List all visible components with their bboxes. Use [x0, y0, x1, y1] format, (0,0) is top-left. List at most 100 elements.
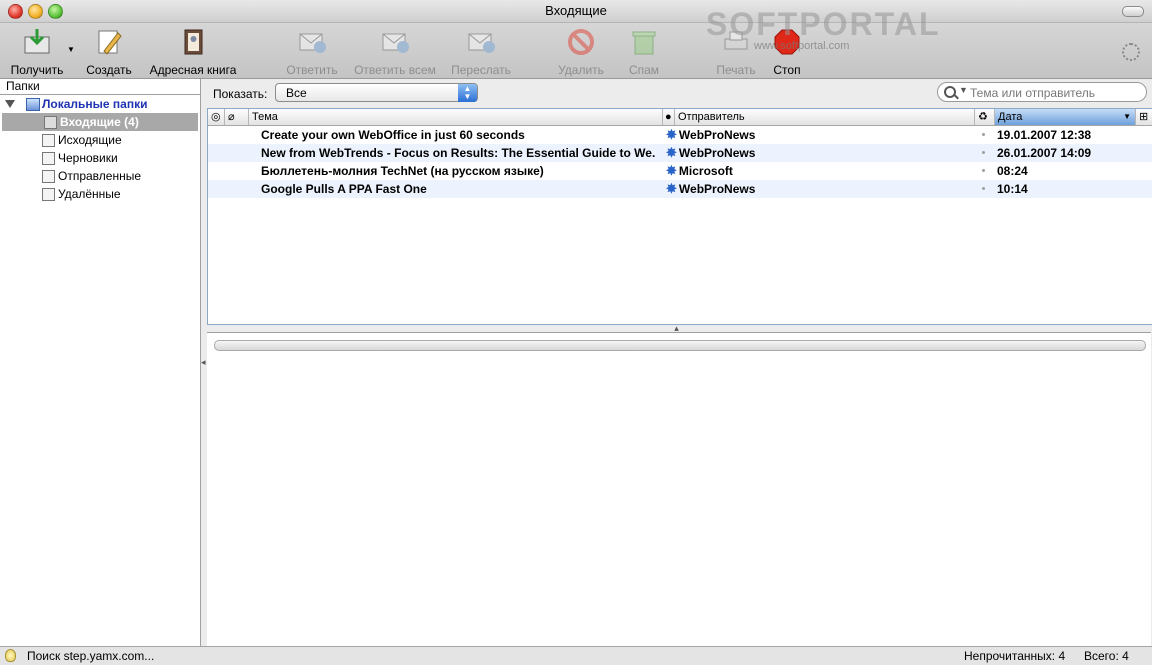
get-mail-dropdown-icon[interactable]: ▼	[67, 45, 75, 54]
date-column-label: Дата	[998, 111, 1023, 123]
folder-sent[interactable]: Отправленные	[0, 167, 200, 185]
junk-button[interactable]: Спам	[624, 27, 664, 77]
junk-label: Спам	[628, 63, 660, 77]
compose-label: Создать	[86, 63, 132, 77]
search-field[interactable]: ▼	[937, 82, 1147, 102]
message-sender: WebProNews	[678, 182, 756, 196]
get-mail-icon	[22, 27, 52, 57]
local-folders-label: Локальные папки	[42, 97, 148, 111]
activity-spinner-icon	[1122, 43, 1140, 61]
get-mail-label: Получить	[10, 63, 64, 77]
thread-column-icon[interactable]: ◎	[208, 109, 225, 125]
message-row[interactable]: New from WebTrends - Focus on Results: T…	[208, 144, 1152, 162]
sent-icon	[42, 170, 55, 183]
unread-star-icon[interactable]: ✸	[666, 127, 677, 142]
reply-all-button[interactable]: Ответить всем	[352, 27, 438, 77]
not-junk-dot-icon[interactable]	[982, 187, 985, 190]
inbox-icon	[44, 116, 57, 129]
date-column-header[interactable]: Дата ▼	[995, 109, 1136, 125]
forward-button[interactable]: Переслать	[450, 27, 512, 77]
title-bar: Входящие	[0, 0, 1152, 23]
folder-outbox-label: Исходящие	[58, 133, 122, 147]
reply-all-icon	[380, 27, 410, 57]
message-list[interactable]: ◎ ⌀ Тема ● Отправитель ♻ Дата ▼ ⊞ Create…	[207, 108, 1152, 325]
toolbar: Получить ▼ Создать Адресная книга Ответи…	[0, 23, 1152, 79]
unread-count: Непрочитанных: 4	[964, 649, 1066, 663]
trash-icon	[42, 188, 55, 201]
window-title: Входящие	[545, 3, 607, 18]
read-status-column-icon[interactable]: ●	[663, 109, 675, 125]
folder-drafts-label: Черновики	[58, 151, 118, 165]
search-icon[interactable]	[944, 86, 956, 98]
message-row[interactable]: Create your own WebOffice in just 60 sec…	[208, 126, 1152, 144]
folder-trash[interactable]: Удалённые	[0, 185, 200, 203]
total-count: Всего: 4	[1084, 649, 1129, 663]
column-picker-icon[interactable]: ⊞	[1136, 109, 1152, 125]
message-sender: WebProNews	[678, 128, 756, 142]
main-pane: Показать: Все ▲▼ ▼ ◎ ⌀ Тема ● Отправител…	[201, 79, 1152, 647]
folder-inbox[interactable]: Входящие (4)	[2, 113, 198, 131]
status-bar: Поиск step.yamx.com... Непрочитанных: 4 …	[0, 646, 1152, 665]
compose-icon	[94, 27, 124, 57]
forward-icon	[466, 27, 496, 57]
reply-button[interactable]: Ответить	[284, 27, 340, 77]
sort-descending-icon: ▼	[1123, 112, 1131, 121]
message-date: 08:24	[997, 164, 1028, 178]
message-subject: Google Pulls A PPA Fast One	[261, 182, 427, 196]
search-input[interactable]	[968, 84, 1142, 102]
folder-drafts[interactable]: Черновики	[0, 149, 200, 167]
message-sender: Microsoft	[678, 164, 733, 178]
toolbar-toggle-button[interactable]	[1122, 6, 1144, 17]
drafts-icon	[42, 152, 55, 165]
not-junk-dot-icon[interactable]	[982, 133, 985, 136]
forward-label: Переслать	[451, 63, 511, 77]
reply-label: Ответить	[286, 63, 338, 77]
message-date: 26.01.2007 14:09	[997, 146, 1092, 160]
show-filter-select[interactable]: Все ▲ ▼	[275, 83, 478, 102]
junk-status-column-icon[interactable]: ♻	[975, 109, 995, 125]
compose-button[interactable]: Создать	[84, 27, 134, 77]
folder-pane-header: Папки	[0, 79, 200, 95]
not-junk-dot-icon[interactable]	[982, 151, 985, 154]
filter-bar: Показать: Все ▲ ▼ ▼	[201, 79, 1152, 107]
unread-star-icon[interactable]: ✸	[666, 145, 677, 160]
outbox-icon	[42, 134, 55, 147]
message-subject: Бюллетень-молния TechNet (на русском язы…	[261, 164, 544, 178]
folder-outbox[interactable]: Исходящие	[0, 131, 200, 149]
message-preview-pane	[207, 332, 1151, 647]
subject-column-header[interactable]: Тема	[249, 109, 663, 125]
stop-label: Стоп	[773, 63, 801, 77]
message-row[interactable]: Google Pulls A PPA Fast One ✸ WebProNews …	[208, 180, 1152, 198]
pane-splitter-icon[interactable]: ▴	[201, 324, 1152, 333]
delete-icon	[566, 27, 596, 57]
message-subject: New from WebTrends - Focus on Results: T…	[261, 146, 656, 160]
local-folders-root[interactable]: Локальные папки	[0, 95, 200, 113]
show-filter-label: Показать:	[213, 87, 268, 101]
folder-sent-label: Отправленные	[58, 169, 142, 183]
attachment-column-icon[interactable]: ⌀	[225, 109, 249, 125]
sender-column-header[interactable]: Отправитель	[675, 109, 975, 125]
message-row[interactable]: Бюллетень-молния TechNet (на русском язы…	[208, 162, 1152, 180]
watermark-url: www.softportal.com	[754, 40, 850, 52]
message-header-bar	[214, 340, 1146, 351]
delete-button[interactable]: Удалить	[556, 27, 606, 77]
local-folders-icon	[26, 98, 40, 111]
get-mail-button[interactable]: Получить	[10, 27, 64, 77]
message-date: 10:14	[997, 182, 1028, 196]
address-book-button[interactable]: Адресная книга	[148, 27, 238, 77]
search-options-icon[interactable]: ▼	[959, 85, 968, 95]
message-sender: WebProNews	[678, 146, 756, 160]
reply-all-label: Ответить всем	[354, 63, 436, 77]
reply-icon	[297, 27, 327, 57]
message-list-header: ◎ ⌀ Тема ● Отправитель ♻ Дата ▼ ⊞	[208, 109, 1152, 126]
select-arrows-icon: ▲ ▼	[458, 84, 477, 102]
unread-star-icon[interactable]: ✸	[666, 163, 677, 178]
disclosure-triangle-icon[interactable]	[5, 100, 15, 108]
delete-label: Удалить	[558, 63, 604, 77]
folder-trash-label: Удалённые	[58, 187, 121, 201]
not-junk-dot-icon[interactable]	[982, 169, 985, 172]
folder-inbox-label: Входящие (4)	[60, 115, 139, 129]
junk-icon	[629, 27, 659, 57]
address-book-icon	[178, 27, 208, 57]
unread-star-icon[interactable]: ✸	[666, 181, 677, 196]
